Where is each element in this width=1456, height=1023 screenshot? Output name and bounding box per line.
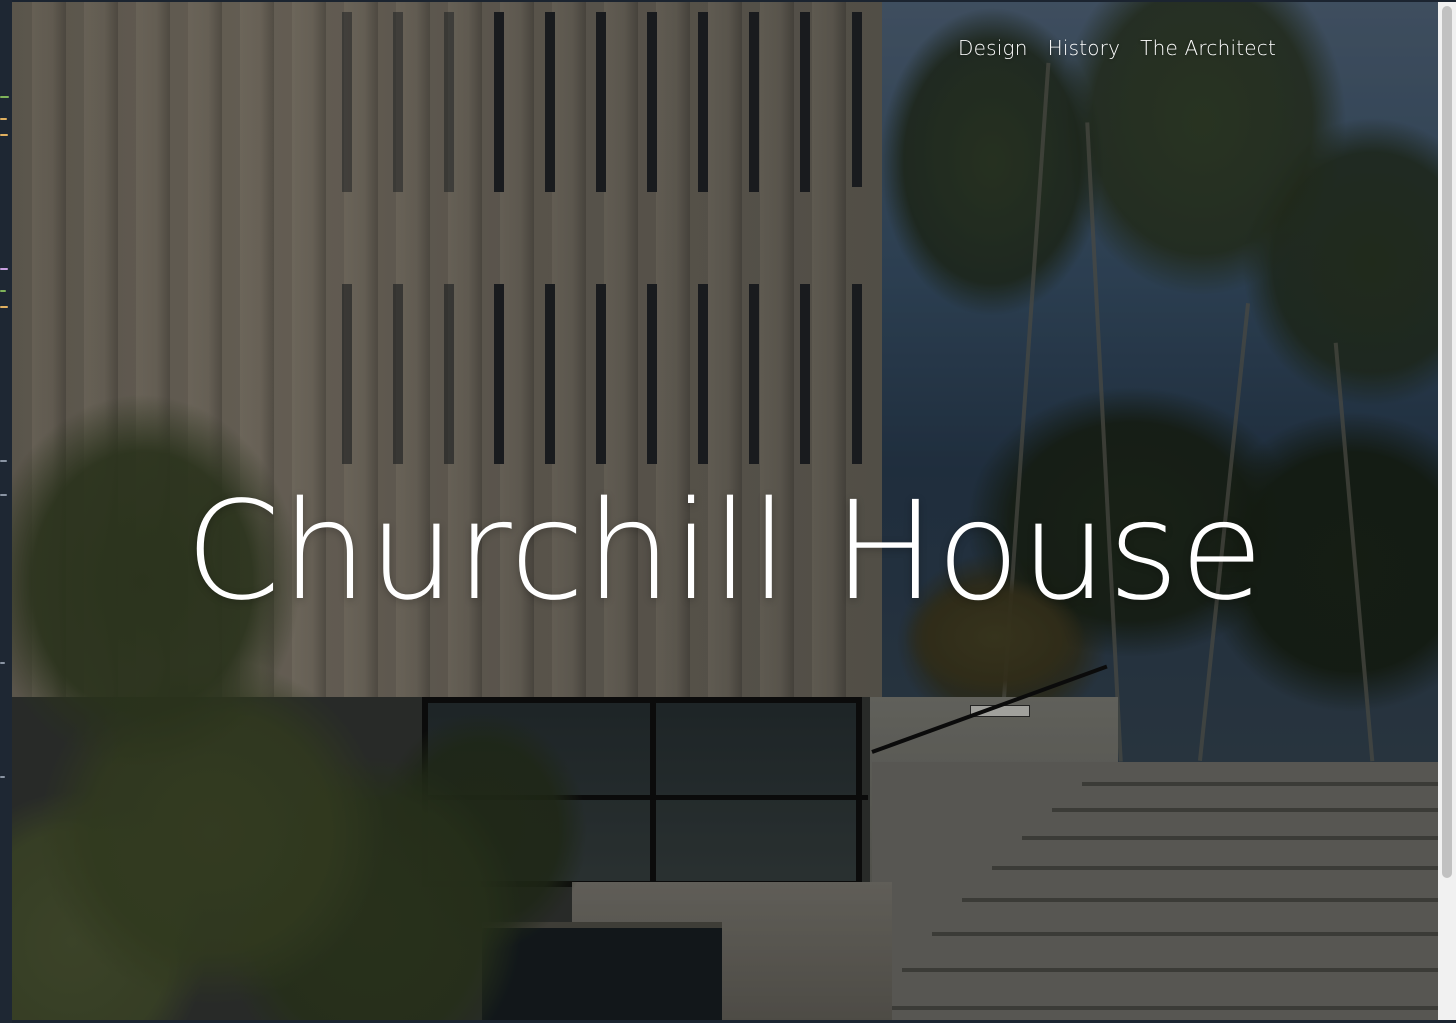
main-nav: Design History The Architect — [958, 36, 1276, 60]
code-line — [0, 134, 8, 136]
scrollbar-thumb[interactable] — [1442, 6, 1452, 878]
code-line — [0, 662, 5, 664]
nav-link-design[interactable]: Design — [958, 36, 1028, 60]
code-line — [0, 96, 9, 98]
code-line — [0, 776, 5, 778]
nav-link-the-architect[interactable]: The Architect — [1140, 36, 1276, 60]
code-line — [0, 118, 7, 120]
code-line — [0, 460, 7, 462]
nav-link-history[interactable]: History — [1048, 36, 1121, 60]
code-line — [0, 494, 7, 496]
browser-viewport: Design History The Architect Churchill H… — [12, 2, 1438, 1020]
code-line — [0, 268, 8, 270]
vertical-scrollbar[interactable] — [1438, 2, 1456, 1020]
hero-title: Churchill House — [185, 473, 1265, 631]
editor-panel-edge — [0, 0, 12, 1023]
code-line — [0, 306, 8, 308]
code-line — [0, 290, 6, 292]
